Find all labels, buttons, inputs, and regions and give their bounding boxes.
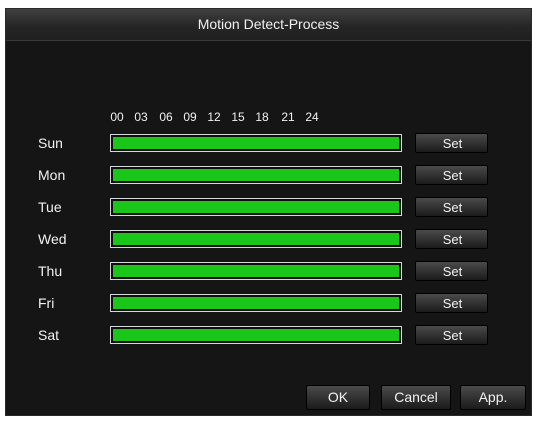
day-label-tue: Tue bbox=[38, 199, 62, 215]
set-button-sun[interactable]: Set bbox=[415, 133, 488, 153]
schedule-fill bbox=[113, 297, 399, 309]
hour-label: 24 bbox=[305, 110, 319, 124]
schedule-bar-sat[interactable] bbox=[110, 326, 402, 344]
motion-detect-process-dialog: Motion Detect-Process 00 03 06 09 12 15 … bbox=[5, 8, 532, 416]
set-button-sat[interactable]: Set bbox=[415, 325, 488, 345]
dialog-title: Motion Detect-Process bbox=[6, 9, 531, 41]
hour-label: 15 bbox=[231, 110, 245, 124]
schedule-row-sat: Sat Set bbox=[6, 323, 531, 347]
day-label-mon: Mon bbox=[38, 167, 66, 183]
schedule-bar-tue[interactable] bbox=[110, 198, 402, 216]
schedule-fill bbox=[113, 233, 399, 245]
schedule-fill bbox=[113, 265, 399, 277]
schedule-fill bbox=[113, 169, 399, 181]
day-label-sat: Sat bbox=[38, 327, 60, 343]
hour-label: 12 bbox=[207, 110, 221, 124]
day-label-sun: Sun bbox=[38, 135, 63, 151]
ok-button[interactable]: OK bbox=[306, 385, 370, 410]
schedule-fill bbox=[113, 329, 399, 341]
set-button-tue[interactable]: Set bbox=[415, 197, 488, 217]
day-label-wed: Wed bbox=[38, 231, 67, 247]
schedule-fill bbox=[113, 201, 399, 213]
schedule-row-tue: Tue Set bbox=[6, 195, 531, 219]
hour-label: 18 bbox=[255, 110, 269, 124]
cancel-button[interactable]: Cancel bbox=[381, 385, 451, 410]
set-button-fri[interactable]: Set bbox=[415, 293, 488, 313]
hour-label: 06 bbox=[159, 110, 173, 124]
hour-scale: 00 03 06 09 12 15 18 21 24 bbox=[6, 109, 531, 125]
schedule-bar-wed[interactable] bbox=[110, 230, 402, 248]
schedule-row-sun: Sun Set bbox=[6, 131, 531, 155]
day-label-fri: Fri bbox=[38, 295, 55, 311]
hour-label: 09 bbox=[183, 110, 197, 124]
day-label-thu: Thu bbox=[38, 263, 63, 279]
schedule-bar-thu[interactable] bbox=[110, 262, 402, 280]
schedule-row-thu: Thu Set bbox=[6, 259, 531, 283]
hour-label: 00 bbox=[110, 110, 124, 124]
set-button-thu[interactable]: Set bbox=[415, 261, 488, 281]
set-button-mon[interactable]: Set bbox=[415, 165, 488, 185]
hour-label: 03 bbox=[134, 110, 148, 124]
apply-button[interactable]: App. bbox=[460, 385, 526, 410]
schedule-row-wed: Wed Set bbox=[6, 227, 531, 251]
schedule-bar-fri[interactable] bbox=[110, 294, 402, 312]
schedule-row-fri: Fri Set bbox=[6, 291, 531, 315]
hour-label: 21 bbox=[281, 110, 295, 124]
schedule-row-mon: Mon Set bbox=[6, 163, 531, 187]
schedule-bar-mon[interactable] bbox=[110, 166, 402, 184]
set-button-wed[interactable]: Set bbox=[415, 229, 488, 249]
schedule-fill bbox=[113, 137, 399, 149]
schedule-bar-sun[interactable] bbox=[110, 134, 402, 152]
